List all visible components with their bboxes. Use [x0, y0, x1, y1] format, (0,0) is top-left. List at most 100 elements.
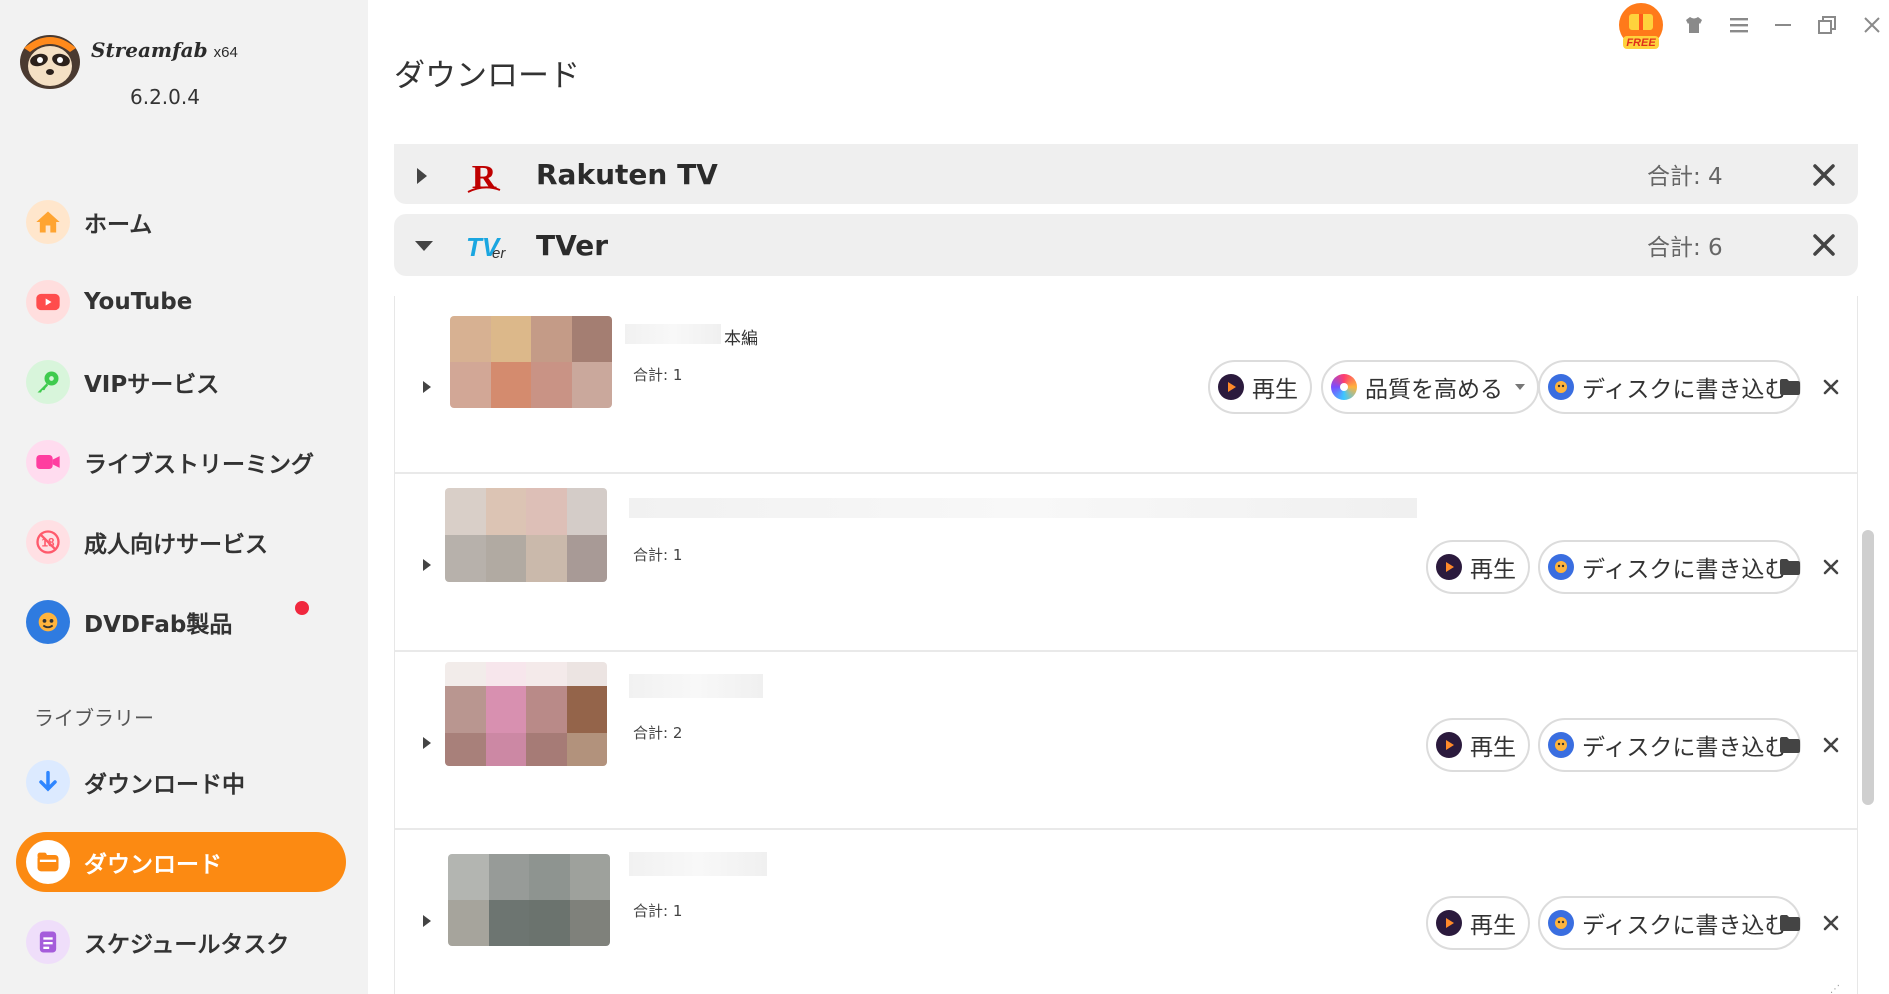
sidebar: Streamfab x64 6.2.0.4 ホーム YouTube VIPサービス…: [0, 0, 368, 994]
provider-name: Rakuten TV: [536, 157, 718, 191]
sidebar-item-label: ダウンロード中: [84, 772, 245, 798]
restore-icon[interactable]: [1812, 10, 1842, 40]
burn-disc-button[interactable]: ディスクに書き込む: [1538, 360, 1802, 414]
play-icon: [1436, 554, 1462, 580]
dvdfab-disc-icon: [1548, 374, 1574, 400]
adult-18-icon: 18: [26, 520, 70, 564]
group-tver[interactable]: TV er TVer 合計: 6: [394, 214, 1858, 276]
play-button[interactable]: 再生: [1208, 360, 1312, 414]
sidebar-item-vip[interactable]: VIPサービス: [16, 352, 346, 412]
free-badge-text: FREE: [1626, 37, 1656, 49]
burn-disc-button[interactable]: ディスクに書き込む: [1538, 896, 1802, 950]
sidebar-item-dvdfab[interactable]: DVDFab製品: [16, 592, 346, 652]
sidebar-item-label: ホーム: [84, 212, 153, 238]
dvdfab-disc-icon: [1548, 554, 1574, 580]
youtube-icon: [26, 280, 70, 324]
delete-item-icon[interactable]: [1822, 914, 1840, 932]
chevron-down-icon[interactable]: [1515, 384, 1525, 390]
item-title-suffix: 本編: [724, 329, 758, 349]
camera-icon: [26, 440, 70, 484]
open-folder-icon[interactable]: [1779, 914, 1801, 932]
dvdfab-disc-icon: [1548, 910, 1574, 936]
schedule-list-icon: [26, 920, 70, 964]
sidebar-item-label: スケジュールタスク: [84, 932, 290, 958]
open-folder-icon[interactable]: [1779, 736, 1801, 754]
list-item: 合計: 2 再生 ディスクに書き込む: [395, 652, 1857, 830]
title-redacted: [629, 674, 763, 698]
svg-text:R: R: [472, 159, 497, 196]
title-redacted: [625, 324, 721, 344]
brand-name: Streamfab x64: [91, 38, 238, 62]
play-button[interactable]: 再生: [1426, 896, 1530, 950]
sidebar-item-label: VIPサービス: [84, 372, 220, 398]
delete-item-icon[interactable]: [1822, 736, 1840, 754]
group-rakuten-tv[interactable]: R Rakuten TV 合計: 4: [394, 144, 1858, 204]
collapse-triangle-icon[interactable]: [414, 238, 434, 254]
library-section-title: ライブラリー: [34, 706, 154, 730]
folder-icon: [26, 840, 70, 884]
open-folder-icon[interactable]: [1779, 558, 1801, 576]
sidebar-item-adult[interactable]: 18 成人向けサービス: [16, 512, 346, 572]
play-icon: [1436, 910, 1462, 936]
sidebar-item-label: 成人向けサービス: [84, 532, 268, 558]
expand-item-icon[interactable]: [422, 380, 432, 394]
video-thumbnail: [445, 488, 607, 582]
list-item: 合計: 1 再生 ディスクに書き込む: [395, 830, 1857, 994]
sidebar-item-downloaded[interactable]: ダウンロード: [16, 832, 346, 892]
expand-item-icon[interactable]: [422, 914, 432, 928]
play-button[interactable]: 再生: [1426, 540, 1530, 594]
burn-disc-button[interactable]: ディスクに書き込む: [1538, 540, 1802, 594]
app-version: 6.2.0.4: [130, 85, 200, 109]
item-total: 合計: 1: [633, 546, 683, 564]
notification-dot: [295, 601, 309, 615]
sidebar-item-youtube[interactable]: YouTube: [16, 272, 346, 332]
home-icon: [26, 200, 70, 244]
expand-item-icon[interactable]: [422, 558, 432, 572]
close-window-icon[interactable]: [1857, 10, 1887, 40]
sidebar-item-label: YouTube: [84, 289, 193, 315]
delete-item-icon[interactable]: [1822, 378, 1840, 396]
remove-group-icon[interactable]: [1810, 161, 1838, 189]
video-thumbnail: [450, 316, 612, 408]
title-redacted: [629, 498, 1417, 518]
title-redacted: [629, 852, 767, 876]
page-title: ダウンロード: [394, 58, 580, 94]
delete-item-icon[interactable]: [1822, 558, 1840, 576]
remove-group-icon[interactable]: [1810, 231, 1838, 259]
sidebar-item-live-streaming[interactable]: ライブストリーミング: [16, 432, 346, 492]
expand-item-icon[interactable]: [422, 736, 432, 750]
item-total: 合計: 1: [633, 366, 683, 384]
rakuten-logo: R: [467, 159, 501, 196]
resize-grip-icon[interactable]: ⋰: [1830, 984, 1840, 994]
provider-total: 合計: 6: [1647, 235, 1723, 261]
sidebar-item-label: ダウンロード: [84, 852, 222, 878]
video-thumbnail: [448, 854, 610, 946]
vertical-scrollbar[interactable]: [1862, 530, 1874, 805]
play-icon: [1218, 374, 1244, 400]
menu-icon[interactable]: [1724, 10, 1754, 40]
theme-shirt-icon[interactable]: [1679, 10, 1709, 40]
sidebar-item-schedule[interactable]: スケジュールタスク: [16, 912, 346, 972]
svg-text:er: er: [492, 245, 506, 262]
play-icon: [1436, 732, 1462, 758]
enhance-icon: [1331, 374, 1357, 400]
item-total: 合計: 2: [633, 724, 683, 742]
provider-name: TVer: [536, 228, 609, 262]
play-button[interactable]: 再生: [1426, 718, 1530, 772]
open-folder-icon[interactable]: [1779, 378, 1801, 396]
key-icon: [26, 360, 70, 404]
sidebar-item-home[interactable]: ホーム: [16, 192, 346, 252]
video-thumbnail: [445, 662, 607, 766]
enhance-quality-button[interactable]: 品質を高める: [1321, 360, 1539, 414]
tver-logo: TV er: [466, 232, 506, 262]
dvdfab-icon: [26, 600, 70, 644]
list-item: 合計: 1 再生 ディスクに書き込む: [395, 474, 1857, 652]
minimize-icon[interactable]: [1768, 10, 1798, 40]
download-arrow-icon: [26, 760, 70, 804]
free-gift-icon[interactable]: FREE: [1615, 2, 1667, 52]
sidebar-item-label: DVDFab製品: [84, 612, 233, 638]
burn-disc-button[interactable]: ディスクに書き込む: [1538, 718, 1802, 772]
expand-triangle-icon[interactable]: [414, 167, 430, 185]
sidebar-item-downloading[interactable]: ダウンロード中: [16, 752, 346, 812]
list-item: 本編 合計: 1 再生 品質を高める ディスクに書き込む: [395, 296, 1857, 474]
